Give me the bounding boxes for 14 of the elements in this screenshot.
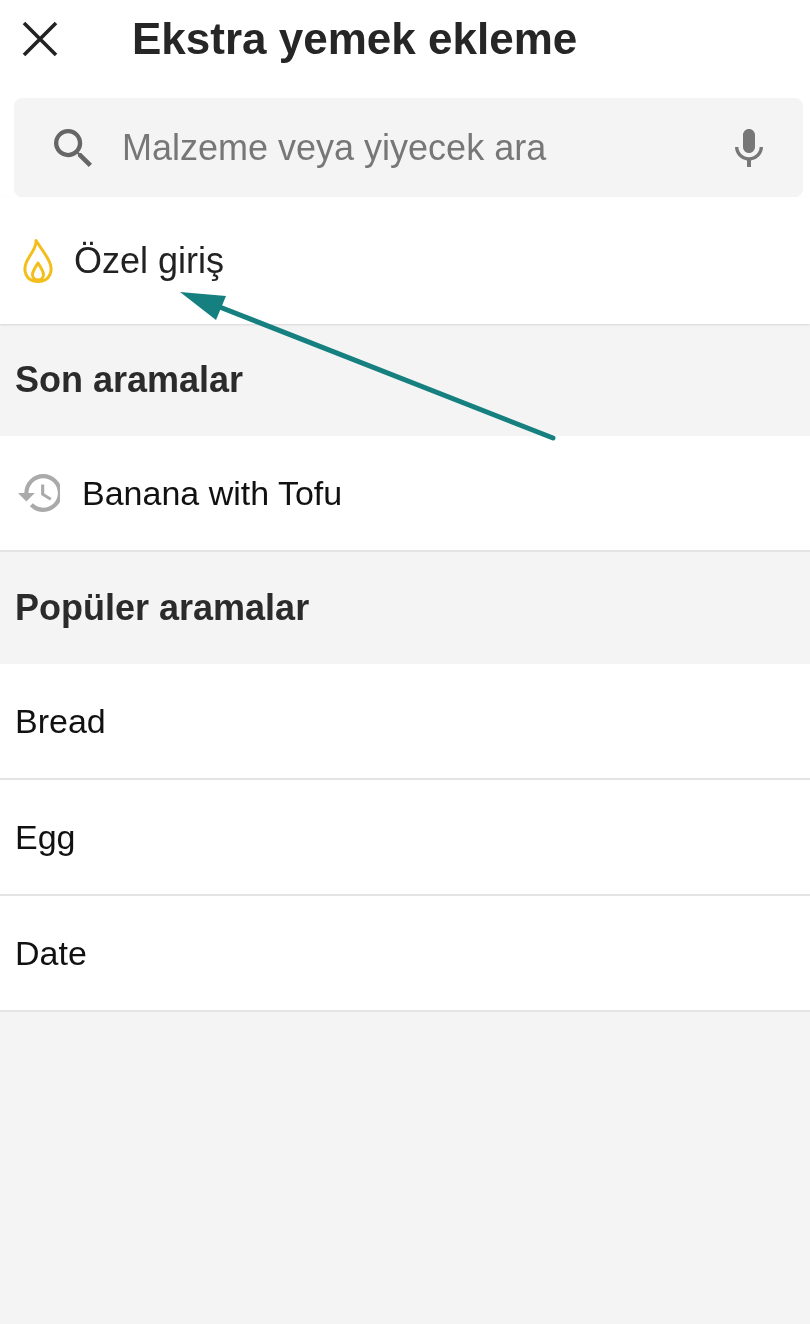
search-suggestion-item[interactable]: Bread xyxy=(0,664,810,780)
close-icon xyxy=(22,21,58,57)
search-suggestion-item[interactable]: Egg xyxy=(0,780,810,896)
flame-icon xyxy=(22,237,54,284)
section-title: Son aramalar xyxy=(15,359,244,401)
search-suggestion-item[interactable]: Banana with Tofu xyxy=(0,436,810,552)
section-title: Popüler aramalar xyxy=(15,587,310,629)
custom-entry-item[interactable]: Özel giriş xyxy=(0,197,810,324)
search-icon xyxy=(54,129,92,167)
microphone-icon[interactable] xyxy=(735,128,763,168)
search-suggestion-item[interactable]: Date xyxy=(0,896,810,1012)
history-icon xyxy=(18,474,60,512)
page-title: Ekstra yemek ekleme xyxy=(132,14,578,64)
search-field[interactable]: Malzeme veya yiyecek ara xyxy=(14,98,803,197)
